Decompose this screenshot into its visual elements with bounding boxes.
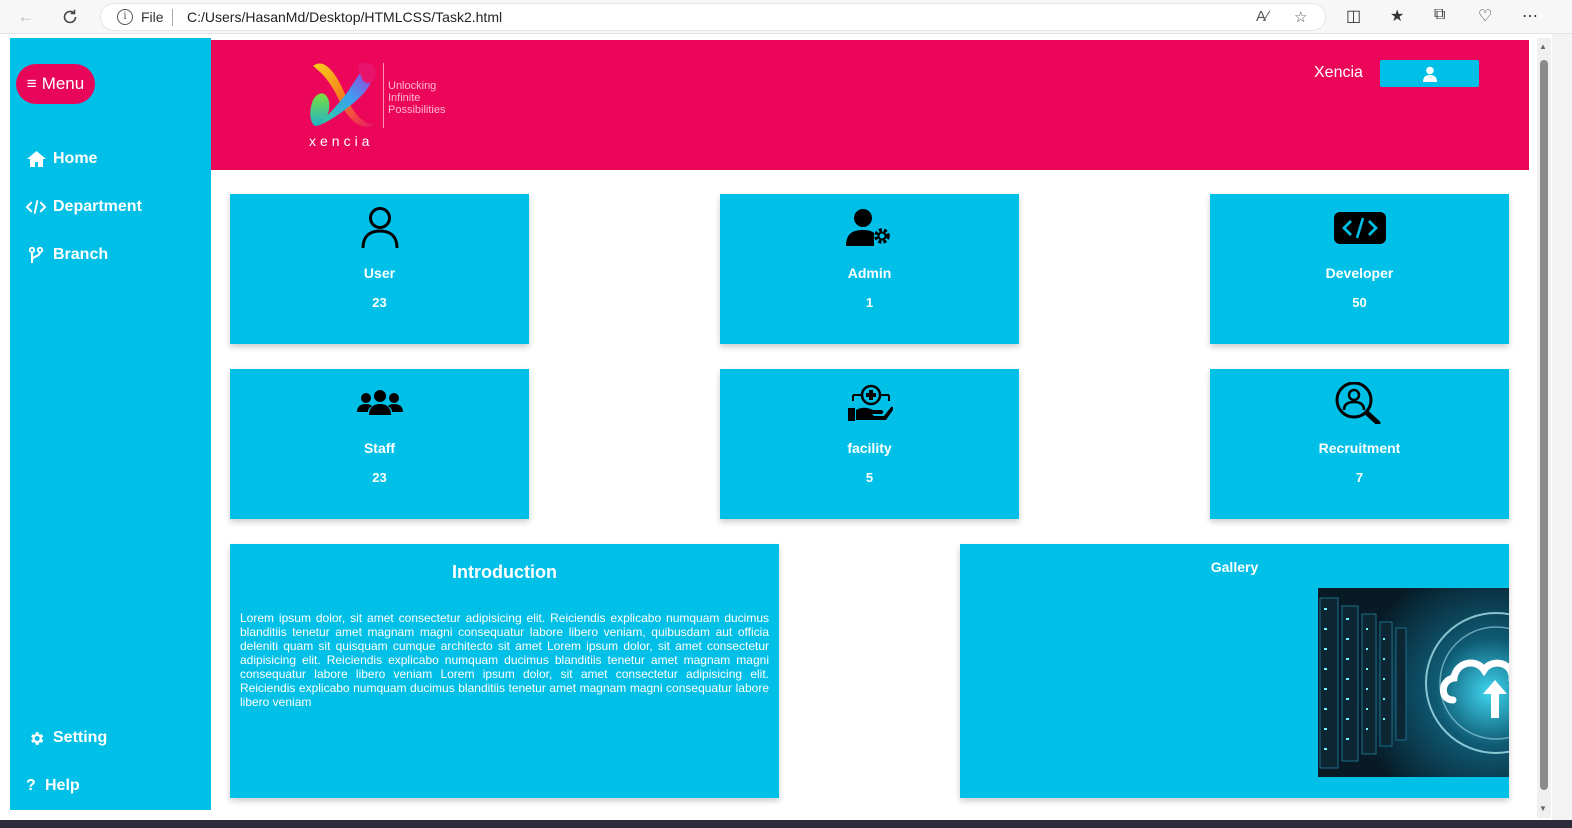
gear-icon <box>26 730 46 747</box>
card-title: Developer <box>1325 265 1394 281</box>
page-header: Unlocking Infinite Possibilities xencia … <box>211 40 1529 170</box>
card-title: Recruitment <box>1318 440 1401 456</box>
user-profile-button[interactable] <box>1380 60 1479 87</box>
home-icon <box>26 151 46 167</box>
cloud-server-image[interactable] <box>1318 588 1509 777</box>
address-divider <box>172 9 173 26</box>
refresh-icon[interactable] <box>58 5 82 29</box>
sidebar-item-label: Home <box>53 150 98 167</box>
menu-button[interactable]: ≡ Menu <box>16 64 95 104</box>
sidebar-item-setting[interactable]: Setting <box>26 729 107 747</box>
sidebar-item-help[interactable]: ? Help <box>26 777 80 795</box>
split-screen-icon[interactable]: ◫ <box>1346 6 1361 26</box>
address-url[interactable]: C:/Users/HasanMd/Desktop/HTMLCSS/Task2.h… <box>187 9 502 25</box>
taskbar-edge <box>0 820 1572 828</box>
card-value: 1 <box>865 295 874 310</box>
search-user-icon <box>1210 381 1509 425</box>
collections-icon[interactable]: ⧉ <box>1434 6 1445 24</box>
intro-text: Lorem ipsum dolor, sit amet consectetur … <box>240 611 769 709</box>
address-file-label: File <box>141 9 164 25</box>
branch-icon <box>26 246 46 264</box>
sidebar: ≡ Menu Home Department Branch Setting ? … <box>10 38 211 810</box>
hand-medical-icon <box>720 381 1019 425</box>
address-bar[interactable]: i File C:/Users/HasanMd/Desktop/HTMLCSS/… <box>100 3 1326 31</box>
stat-card-developer[interactable]: Developer 50 <box>1210 194 1509 344</box>
edge-sidebar <box>1552 34 1572 828</box>
code-icon <box>1210 206 1509 250</box>
read-aloud-icon[interactable]: A∕ <box>1256 8 1269 25</box>
stat-card-staff[interactable]: Staff 23 <box>230 369 529 519</box>
scrollbar-thumb[interactable] <box>1540 60 1548 790</box>
sidebar-item-label: Setting <box>53 729 108 746</box>
scroll-up-icon[interactable]: ▲ <box>1539 42 1547 51</box>
code-icon <box>26 199 46 215</box>
stat-card-recruitment[interactable]: Recruitment 7 <box>1210 369 1509 519</box>
logo-tagline: Unlocking Infinite Possibilities <box>388 80 446 116</box>
card-title: User <box>363 265 396 281</box>
card-value: 23 <box>372 470 387 485</box>
info-icon[interactable]: i <box>117 9 133 25</box>
stat-card-admin[interactable]: Admin 1 <box>720 194 1019 344</box>
gallery-title: Gallery <box>1210 559 1259 575</box>
sidebar-item-label: Help <box>45 777 80 794</box>
sidebar-item-branch[interactable]: Branch <box>26 246 108 264</box>
more-options-icon[interactable]: ⋯ <box>1522 6 1538 26</box>
gallery-panel: Gallery <box>960 544 1509 798</box>
sidebar-item-label: Branch <box>53 246 109 263</box>
menu-label: Menu <box>41 74 85 93</box>
sidebar-item-department[interactable]: Department <box>26 198 142 216</box>
user-icon <box>230 206 529 250</box>
intro-title: Introduction <box>452 562 557 582</box>
user-icon <box>1422 66 1437 82</box>
card-title: Admin <box>847 265 892 281</box>
card-title: Staff <box>363 440 396 456</box>
vertical-scrollbar[interactable]: ▲ ▼ <box>1537 38 1551 818</box>
hamburger-icon: ≡ <box>26 74 37 93</box>
sidebar-item-home[interactable]: Home <box>26 150 97 168</box>
logo-wordmark: xencia <box>309 133 374 149</box>
question-icon: ? <box>26 777 36 794</box>
introduction-panel: Introduction Lorem ipsum dolor, sit amet… <box>230 544 779 798</box>
sidebar-item-label: Department <box>53 198 142 215</box>
stat-card-facility[interactable]: facility 5 <box>720 369 1019 519</box>
stat-card-user[interactable]: User 23 <box>230 194 529 344</box>
browser-toolbar: ← i File C:/Users/HasanMd/Desktop/HTMLCS… <box>0 0 1572 34</box>
scroll-down-icon[interactable]: ▼ <box>1539 804 1547 813</box>
logo-mark-icon <box>310 62 376 127</box>
card-value: 50 <box>1352 295 1367 310</box>
card-value: 23 <box>372 295 387 310</box>
browser-essentials-icon[interactable]: ♡ <box>1478 6 1492 26</box>
card-value: 7 <box>1355 470 1364 485</box>
card-title: facility <box>847 440 892 456</box>
xencia-logo: Unlocking Infinite Possibilities xencia <box>309 60 459 150</box>
card-value: 5 <box>865 470 874 485</box>
logo-divider <box>383 63 384 128</box>
header-username: Xencia <box>1314 64 1363 81</box>
back-icon[interactable]: ← <box>14 5 38 29</box>
favorite-star-icon[interactable]: ☆ <box>1294 8 1307 26</box>
favorites-icon[interactable]: ★ <box>1390 6 1404 26</box>
admin-gear-icon <box>720 206 1019 250</box>
users-group-icon <box>230 381 529 425</box>
